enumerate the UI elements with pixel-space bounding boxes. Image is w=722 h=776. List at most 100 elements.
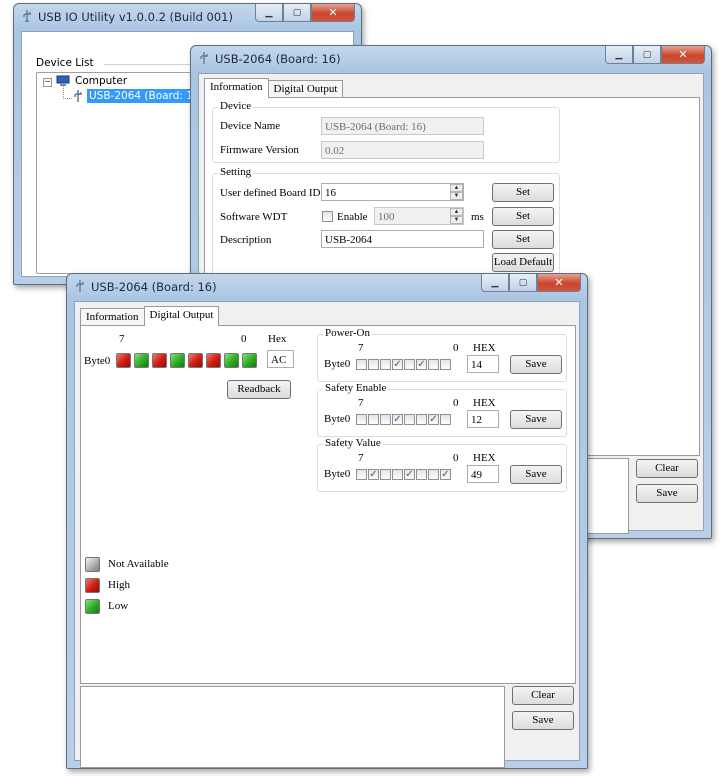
legend-na-label: Not Available — [108, 558, 169, 570]
tab-information[interactable]: Information — [80, 308, 145, 326]
usb-icon — [200, 52, 208, 64]
tree-item-usb-2064[interactable]: USB-2064 (Board: 16) — [87, 89, 206, 103]
board-id-spinner[interactable]: ▲ ▼ — [450, 184, 463, 200]
device-group: Device Device Name USB-2064 (Board: 16) … — [212, 100, 560, 163]
safety-enable-save-button[interactable]: Save — [510, 410, 562, 429]
info-titlebar[interactable]: USB-2064 (Board: 16) ▁ ▢ ✕ — [191, 46, 711, 72]
safety-value-byte-label: Byte0 — [324, 468, 351, 480]
power-on-save-button[interactable]: Save — [510, 355, 562, 374]
maximize-button[interactable]: ▢ — [633, 46, 661, 64]
power-on-bit-2-checkbox[interactable]: ✓ — [416, 359, 427, 370]
tab-digital-output[interactable]: Digital Output — [267, 80, 344, 98]
safety-value-bit-2-checkbox[interactable] — [416, 469, 427, 480]
description-label: Description — [220, 234, 272, 246]
minimize-button[interactable]: ▁ — [605, 46, 633, 64]
do-titlebar[interactable]: USB-2064 (Board: 16) ▁ ▢ ✕ — [67, 274, 587, 300]
power-on-bit-5-checkbox[interactable] — [380, 359, 391, 370]
safety-enable-bit-4-checkbox[interactable]: ✓ — [392, 414, 403, 425]
set-wdt-button[interactable]: Set — [492, 207, 554, 226]
power-on-hex-header: HEX — [473, 342, 496, 354]
board-id-label: User defined Board ID — [220, 187, 321, 199]
power-on-bit-low-label: 0 — [453, 342, 459, 354]
safety-enable-bit-high-label: 7 — [358, 397, 364, 409]
power-on-bit-0-checkbox[interactable] — [440, 359, 451, 370]
spin-down-icon[interactable]: ▼ — [450, 192, 463, 200]
tree-item-computer[interactable]: Computer — [75, 75, 127, 87]
wdt-unit-label: ms — [471, 211, 484, 223]
safety-enable-bit-1-checkbox[interactable]: ✓ — [428, 414, 439, 425]
info-tabs: Information Digital Output — [204, 78, 344, 98]
do-byte-label: Byte0 — [84, 355, 111, 367]
power-on-bit-6-checkbox[interactable] — [368, 359, 379, 370]
safety-value-bit-6-checkbox[interactable]: ✓ — [368, 469, 379, 480]
safety-enable-bit-5-checkbox[interactable] — [380, 414, 391, 425]
do-log-area[interactable] — [80, 686, 505, 768]
description-field[interactable]: USB-2064 — [321, 230, 484, 248]
legend-low-swatch — [85, 599, 100, 614]
wdt-enable-label: Enable — [337, 211, 368, 223]
safety-enable-bit-6-checkbox[interactable] — [368, 414, 379, 425]
tab-digital-output[interactable]: Digital Output — [143, 306, 220, 326]
safety-value-bit-0-checkbox[interactable]: ✓ — [440, 469, 451, 480]
legend-high-swatch — [85, 578, 100, 593]
safety-enable-hex-field[interactable]: 12 — [467, 410, 499, 428]
do-hex-field[interactable]: AC — [267, 350, 294, 368]
load-default-button[interactable]: Load Default — [492, 253, 554, 272]
close-button[interactable]: ✕ — [661, 46, 705, 64]
safety-enable-bit-3-checkbox[interactable] — [404, 414, 415, 425]
spin-up-icon[interactable]: ▲ — [450, 208, 463, 216]
do-clear-button[interactable]: Clear — [512, 686, 574, 705]
power-on-hex-field[interactable]: 14 — [467, 355, 499, 373]
legend-high-label: High — [108, 579, 130, 591]
safety-value-bit-1-checkbox[interactable] — [428, 469, 439, 480]
tab-information[interactable]: Information — [204, 78, 269, 98]
do-led-bit-4[interactable] — [170, 353, 185, 368]
do-led-bit-1[interactable] — [224, 353, 239, 368]
safety-value-bit-3-checkbox[interactable]: ✓ — [404, 469, 415, 480]
safety-enable-bit-0-checkbox[interactable] — [440, 414, 451, 425]
power-on-bit-4-checkbox[interactable]: ✓ — [392, 359, 403, 370]
board-id-field[interactable]: 16 — [321, 183, 464, 201]
main-titlebar[interactable]: USB IO Utility v1.0.0.2 (Build 001) ▁ ▢ … — [14, 4, 361, 30]
safety-value-bit-4-checkbox[interactable] — [392, 469, 403, 480]
do-led-bit-2[interactable] — [206, 353, 221, 368]
do-led-bit-3[interactable] — [188, 353, 203, 368]
do-led-bit-5[interactable] — [152, 353, 167, 368]
readback-button[interactable]: Readback — [227, 380, 291, 399]
do-save-button[interactable]: Save — [512, 711, 574, 730]
safety-value-save-button[interactable]: Save — [510, 465, 562, 484]
spin-up-icon[interactable]: ▲ — [450, 184, 463, 192]
maximize-button[interactable]: ▢ — [283, 4, 311, 22]
computer-icon — [56, 75, 70, 86]
safety-value-hex-field[interactable]: 49 — [467, 465, 499, 483]
power-on-group-label: Power-On — [323, 327, 372, 339]
power-on-bit-7-checkbox[interactable] — [356, 359, 367, 370]
safety-enable-bit-7-checkbox[interactable] — [356, 414, 367, 425]
do-led-bit-6[interactable] — [134, 353, 149, 368]
close-button[interactable]: ✕ — [537, 274, 581, 292]
minimize-button[interactable]: ▁ — [481, 274, 509, 292]
safety-value-group-label: Safety Value — [323, 437, 383, 449]
power-on-bit-3-checkbox[interactable] — [404, 359, 415, 370]
setting-group-label: Setting — [218, 166, 254, 178]
spin-down-icon[interactable]: ▼ — [450, 216, 463, 224]
maximize-button[interactable]: ▢ — [509, 274, 537, 292]
wdt-enable-checkbox[interactable] — [322, 211, 333, 222]
wdt-spinner[interactable]: ▲ ▼ — [450, 208, 463, 224]
safety-enable-bit-low-label: 0 — [453, 397, 459, 409]
power-on-bit-1-checkbox[interactable] — [428, 359, 439, 370]
power-on-byte-label: Byte0 — [324, 358, 351, 370]
safety-enable-bit-2-checkbox[interactable] — [416, 414, 427, 425]
safety-value-bit-7-checkbox[interactable] — [356, 469, 367, 480]
close-button[interactable]: ✕ — [311, 4, 355, 22]
do-hex-label: Hex — [268, 333, 287, 345]
do-led-bit-0[interactable] — [242, 353, 257, 368]
info-clear-button[interactable]: Clear — [636, 459, 698, 478]
set-board-id-button[interactable]: Set — [492, 183, 554, 202]
minimize-button[interactable]: ▁ — [255, 4, 283, 22]
safety-value-bit-5-checkbox[interactable] — [380, 469, 391, 480]
do-led-bit-7[interactable] — [116, 353, 131, 368]
set-description-button[interactable]: Set — [492, 230, 554, 249]
tree-expander-icon[interactable]: − — [43, 78, 52, 87]
info-save-button[interactable]: Save — [636, 484, 698, 503]
